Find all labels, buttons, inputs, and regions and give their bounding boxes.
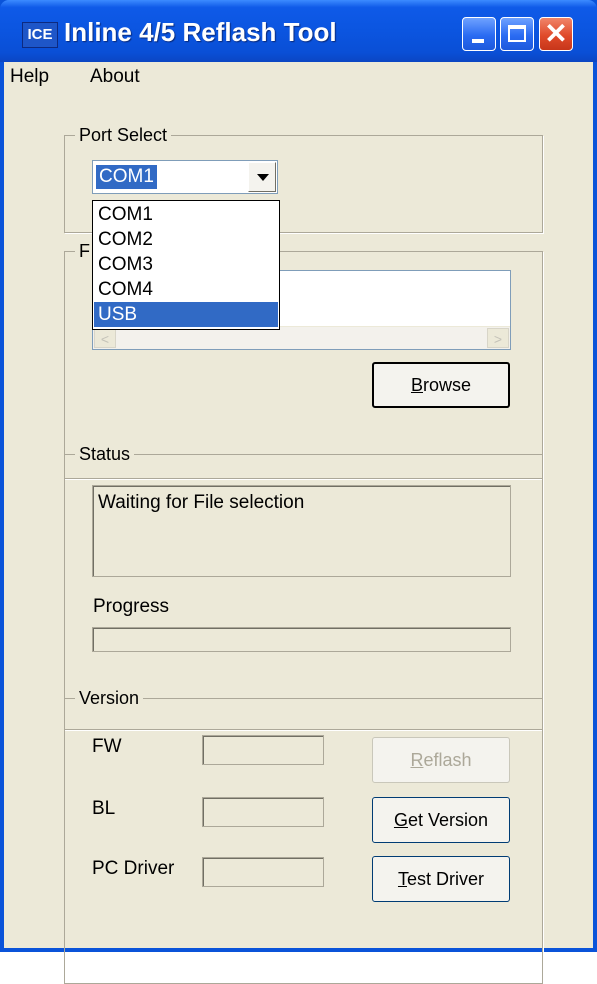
bl-field [202,797,324,827]
port-select-label: Port Select [75,123,172,147]
pc-driver-field [202,857,324,887]
progress-bar [92,627,511,652]
bl-label: BL [92,798,116,819]
maximize-icon [508,25,526,42]
port-option-highlighted[interactable]: USB [94,302,278,327]
client-area: Help About Port Select F < > Browse Stat… [4,62,593,984]
port-combo[interactable]: COM1 [92,160,278,194]
app-icon: ICE [22,22,58,48]
get-version-button[interactable]: Get Version [372,797,510,843]
menu-help[interactable]: Help [10,66,49,88]
menu-bar: Help About [4,62,593,92]
port-dropdown-button[interactable] [248,162,276,192]
status-label: Status [75,442,135,466]
reflash-button[interactable]: Reflash [372,737,510,783]
pc-driver-label: PC Driver [92,858,175,879]
fw-label: FW [92,736,122,757]
port-dropdown-list[interactable]: COM1 COM2 COM3 COM4 USB [92,200,280,330]
app-window: ICE Inline 4/5 Reflash Tool ✕ Help About… [0,0,597,984]
port-option[interactable]: COM3 [94,252,278,277]
port-option[interactable]: COM1 [94,202,278,227]
browse-button[interactable]: Browse [372,362,510,408]
version-label: Version [75,686,144,710]
title-bar[interactable]: ICE Inline 4/5 Reflash Tool ✕ [0,0,597,62]
status-message-box: Waiting for File selection [92,485,511,577]
window-title: Inline 4/5 Reflash Tool [64,17,337,47]
test-driver-label: est Driver [406,869,484,889]
reflash-mnemonic: R [410,750,424,770]
close-button[interactable]: ✕ [539,17,573,51]
maximize-button[interactable] [500,17,534,51]
reflash-label: eflash [423,750,472,770]
get-version-mnemonic: G [393,810,408,830]
status-message: Waiting for File selection [98,492,305,513]
close-icon: ✕ [544,18,568,49]
port-selected-value: COM1 [96,165,157,189]
fw-field [202,735,324,765]
menu-about[interactable]: About [90,66,140,88]
minimize-icon [472,39,484,43]
port-option[interactable]: COM2 [94,227,278,252]
minimize-button[interactable] [462,17,496,51]
get-version-label: et Version [407,810,489,830]
port-option[interactable]: COM4 [94,277,278,302]
browse-mnemonic: B [410,375,423,395]
scroll-left-icon[interactable]: < [94,328,116,348]
test-driver-button[interactable]: Test Driver [372,856,510,902]
browse-label: rowse [423,375,472,395]
progress-label: Progress [93,596,170,617]
chevron-down-icon [257,174,269,181]
test-driver-mnemonic: T [397,869,407,889]
scroll-right-icon[interactable]: > [487,328,509,348]
